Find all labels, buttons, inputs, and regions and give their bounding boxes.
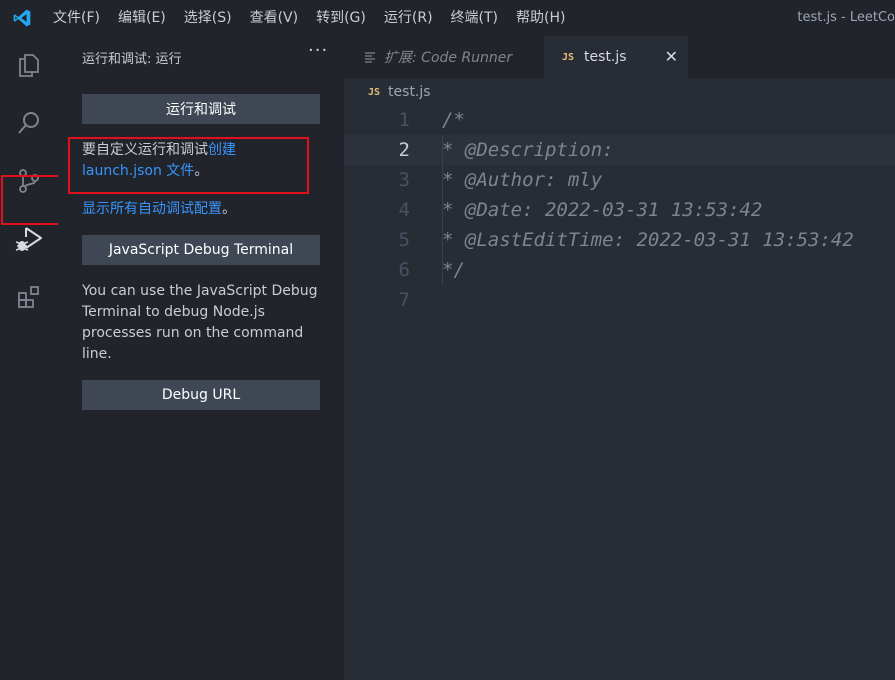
sidebar-title: 运行和调试: 运行	[82, 52, 182, 67]
breadcrumb[interactable]: JS test.js	[368, 82, 431, 102]
menu-help[interactable]: 帮助(H)	[507, 0, 574, 36]
js-debug-terminal-button[interactable]: JavaScript Debug Terminal	[82, 235, 320, 265]
js-file-icon: JS	[368, 86, 381, 98]
title-bar: 文件(F) 编辑(E) 选择(S) 查看(V) 转到(G) 运行(R) 终端(T…	[0, 0, 895, 36]
line-content: * @Date: 2022-03-31 13:53:42	[442, 199, 763, 221]
js-terminal-desc-line: processes run on the command	[82, 325, 304, 341]
explorer-icon[interactable]	[0, 36, 58, 94]
line-number: 1	[398, 109, 410, 131]
tab-extension-code-runner[interactable]: 扩展: Code Runner	[344, 36, 544, 78]
show-all-period: 。	[222, 201, 236, 217]
search-icon[interactable]	[0, 94, 58, 152]
customize-message: 要自定义运行和调试创建 launch.json 文件。	[82, 140, 322, 182]
line-content: */	[442, 259, 465, 281]
code-line[interactable]: 3 * @Author: mly	[344, 165, 895, 195]
show-all-configs: 显示所有自动调试配置。	[82, 199, 236, 220]
menu-edit[interactable]: 编辑(E)	[109, 0, 175, 36]
line-number: 4	[398, 199, 410, 221]
menu-terminal[interactable]: 终端(T)	[442, 0, 507, 36]
run-and-debug-button[interactable]: 运行和调试	[82, 94, 320, 124]
line-number: 3	[398, 169, 410, 191]
code-line[interactable]: 4 * @Date: 2022-03-31 13:53:42	[344, 195, 895, 225]
customize-text: 要自定义运行和调试	[82, 142, 208, 158]
more-actions-icon[interactable]: ···	[308, 40, 328, 61]
line-content: * @LastEditTime: 2022-03-31 13:53:42	[442, 229, 854, 251]
line-content: /*	[442, 109, 465, 131]
code-line[interactable]: 1 /*	[344, 105, 895, 135]
line-number: 6	[398, 259, 410, 281]
vscode-logo-icon[interactable]	[0, 0, 44, 36]
menu-file[interactable]: 文件(F)	[44, 0, 109, 36]
code-editor[interactable]: 1 /* 2 * @Description: 3 * @Author: mly …	[344, 105, 895, 680]
menu-go[interactable]: 转到(G)	[307, 0, 375, 36]
create-link[interactable]: 创建	[208, 142, 236, 158]
show-all-configs-link[interactable]: 显示所有自动调试配置	[82, 201, 222, 217]
line-content: * @Description:	[442, 139, 614, 161]
line-number: 7	[398, 289, 410, 311]
tab-label: test.js	[584, 49, 627, 65]
menu-run[interactable]: 运行(R)	[375, 0, 442, 36]
js-terminal-description: You can use the JavaScript Debug Termina…	[82, 281, 322, 365]
tab-label: 扩展: Code Runner	[384, 50, 513, 66]
tab-test-js[interactable]: JS test.js ✕	[544, 36, 688, 78]
menu-view[interactable]: 查看(V)	[241, 0, 308, 36]
js-terminal-desc-line: line.	[82, 346, 112, 362]
line-content: * @Author: mly	[442, 169, 603, 191]
run-debug-sidebar: 运行和调试: 运行 ··· 运行和调试 要自定义运行和调试创建 launch.j…	[58, 36, 344, 680]
code-line[interactable]: 7	[344, 285, 895, 315]
js-file-icon: JS	[562, 51, 575, 63]
extensions-icon[interactable]	[0, 268, 58, 326]
customize-period: 。	[194, 163, 209, 179]
js-terminal-desc-line: Terminal to debug Node.js	[82, 304, 265, 320]
code-line[interactable]: 6 */	[344, 255, 895, 285]
breadcrumb-file[interactable]: test.js	[388, 84, 431, 100]
js-terminal-desc-line: You can use the JavaScript Debug	[82, 283, 318, 299]
debug-url-button[interactable]: Debug URL	[82, 380, 320, 410]
source-control-icon[interactable]	[0, 152, 58, 210]
preview-document-icon	[364, 51, 376, 63]
close-icon[interactable]: ✕	[665, 47, 678, 66]
window-title: test.js - LeetCo	[797, 10, 895, 25]
launch-json-link[interactable]: launch.json 文件	[82, 163, 194, 179]
activity-bar	[0, 36, 58, 680]
menu-selection[interactable]: 选择(S)	[175, 0, 241, 36]
code-line[interactable]: 5 * @LastEditTime: 2022-03-31 13:53:42	[344, 225, 895, 255]
line-number: 2	[398, 139, 410, 161]
line-number: 5	[398, 229, 410, 251]
run-and-debug-icon[interactable]	[0, 210, 58, 268]
editor-tab-bar: 扩展: Code Runner JS test.js ✕	[344, 36, 895, 78]
indent-guide	[442, 135, 443, 285]
code-line-active[interactable]: 2 * @Description:	[344, 135, 895, 165]
